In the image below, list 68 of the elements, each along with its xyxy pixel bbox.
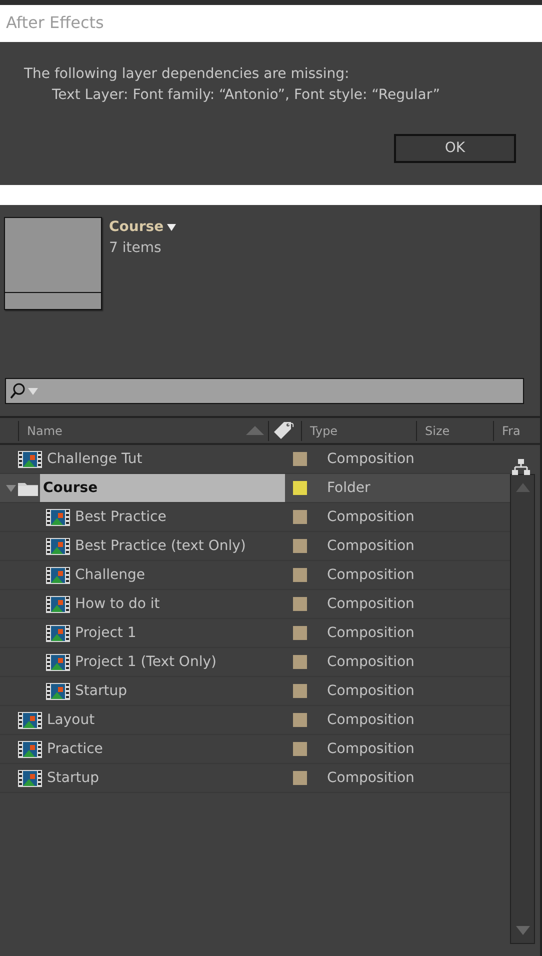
type-cell-text: Composition xyxy=(327,652,414,672)
message-text: The following layer dependencies are missing: xyxy=(24,65,350,84)
item-name[interactable]: Project 1 xyxy=(72,622,140,644)
item-name[interactable]: How to do it xyxy=(72,592,163,616)
item-name[interactable]: Best Practice xyxy=(72,506,170,528)
item-name[interactable]: Best Practice (text Only) xyxy=(72,534,249,558)
item-name[interactable]: Startup xyxy=(72,680,130,702)
composition-icon xyxy=(46,654,70,670)
search-icon xyxy=(10,383,25,399)
type-cell-text: Composition xyxy=(327,566,414,584)
label-swatch[interactable] xyxy=(293,742,307,756)
project-name[interactable]: Course xyxy=(109,217,164,238)
type-cell-text: Composition xyxy=(327,768,414,788)
search-field[interactable] xyxy=(5,378,524,404)
sort-arrow-icon[interactable] xyxy=(246,426,264,435)
label-swatch[interactable] xyxy=(293,713,307,727)
label-swatch[interactable] xyxy=(293,684,307,698)
type-cell-text: Composition xyxy=(327,740,414,758)
item-name[interactable]: Course xyxy=(40,474,285,502)
label-swatch[interactable] xyxy=(293,481,307,495)
label-swatch[interactable] xyxy=(293,539,307,553)
item-name[interactable]: Challenge xyxy=(72,564,148,586)
composition-icon xyxy=(18,770,42,786)
item-name[interactable]: Startup xyxy=(44,766,102,790)
label-swatch[interactable] xyxy=(293,655,307,669)
column-header[interactable]: Name xyxy=(27,422,62,440)
type-cell-text: Composition xyxy=(327,508,414,526)
item-count: 7 items xyxy=(109,239,162,258)
type-cell-text: Composition xyxy=(327,450,414,468)
item-name[interactable]: Project 1 (Text Only) xyxy=(72,650,220,674)
column-header[interactable]: Size xyxy=(425,422,450,440)
type-cell-text: Composition xyxy=(327,710,414,730)
composition-icon xyxy=(46,624,70,642)
composition-icon xyxy=(46,566,70,584)
composition-icon xyxy=(18,740,42,758)
label-swatch[interactable] xyxy=(293,510,307,524)
expanded-arrow-icon[interactable] xyxy=(6,483,16,493)
composition-icon xyxy=(18,712,42,728)
dropdown-icon[interactable] xyxy=(167,224,176,231)
dialog-title: After Effects xyxy=(0,5,542,42)
label-swatch[interactable] xyxy=(293,452,307,466)
label-swatch[interactable] xyxy=(293,597,307,611)
type-cell-text: Composition xyxy=(327,594,414,614)
type-cell-text: Folder xyxy=(327,478,370,498)
column-header[interactable]: Type xyxy=(310,422,338,440)
item-name[interactable]: Challenge Tut xyxy=(44,448,146,470)
tag-icon[interactable] xyxy=(273,420,295,440)
label-swatch[interactable] xyxy=(293,771,307,785)
scroll-up-icon[interactable] xyxy=(516,483,530,492)
label-swatch[interactable] xyxy=(293,568,307,582)
type-cell-text: Composition xyxy=(327,536,414,556)
type-cell-text: Composition xyxy=(327,682,414,700)
label-swatch[interactable] xyxy=(293,626,307,640)
flowchart-icon[interactable] xyxy=(512,459,530,475)
composition-icon xyxy=(18,450,42,468)
composition-icon xyxy=(46,538,70,554)
folder-icon xyxy=(18,480,38,496)
type-cell-text: Composition xyxy=(327,624,414,642)
scrollbar[interactable] xyxy=(510,474,535,944)
composition-icon xyxy=(46,682,70,700)
message-text: Text Layer: Font family: “Antonio”, Font style: “Regular” xyxy=(51,86,441,105)
item-name[interactable]: Practice xyxy=(44,738,106,760)
item-name[interactable]: Layout xyxy=(44,708,98,732)
composition-icon xyxy=(46,596,70,612)
composition-icon xyxy=(46,508,70,526)
column-header[interactable]: Fra xyxy=(502,422,520,440)
scroll-down-icon[interactable] xyxy=(516,926,530,935)
ok-button[interactable]: OK xyxy=(394,134,516,163)
